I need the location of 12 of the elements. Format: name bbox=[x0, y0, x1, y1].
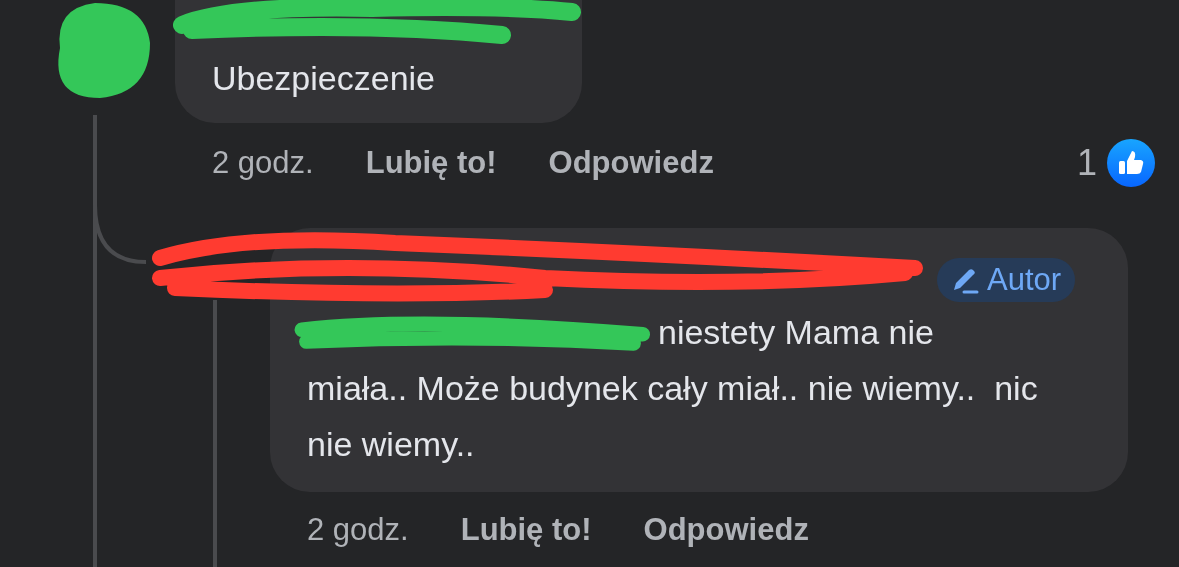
reaction-count: 1 bbox=[1076, 142, 1097, 184]
comment-action-link[interactable]: Odpowiedz bbox=[548, 145, 714, 181]
comment-action-link[interactable]: Lubię to! bbox=[365, 145, 497, 181]
badge-label: Autor bbox=[987, 262, 1062, 298]
comment-text: Ubezpieczenie bbox=[212, 58, 437, 99]
reply-action-link[interactable]: Odpowiedz bbox=[643, 512, 809, 548]
comment-time: 2 godz. bbox=[212, 145, 314, 181]
like-reaction-icon[interactable] bbox=[1107, 139, 1155, 187]
reply-action-link[interactable]: Lubię to! bbox=[460, 512, 592, 548]
reply-time: 2 godz. bbox=[307, 512, 409, 548]
reply-text: niestety Mama nie bbox=[658, 312, 934, 353]
reply-text: miała.. Może budynek cały miał.. nie wiemy.. nic nie wiemy.. bbox=[307, 368, 1039, 465]
